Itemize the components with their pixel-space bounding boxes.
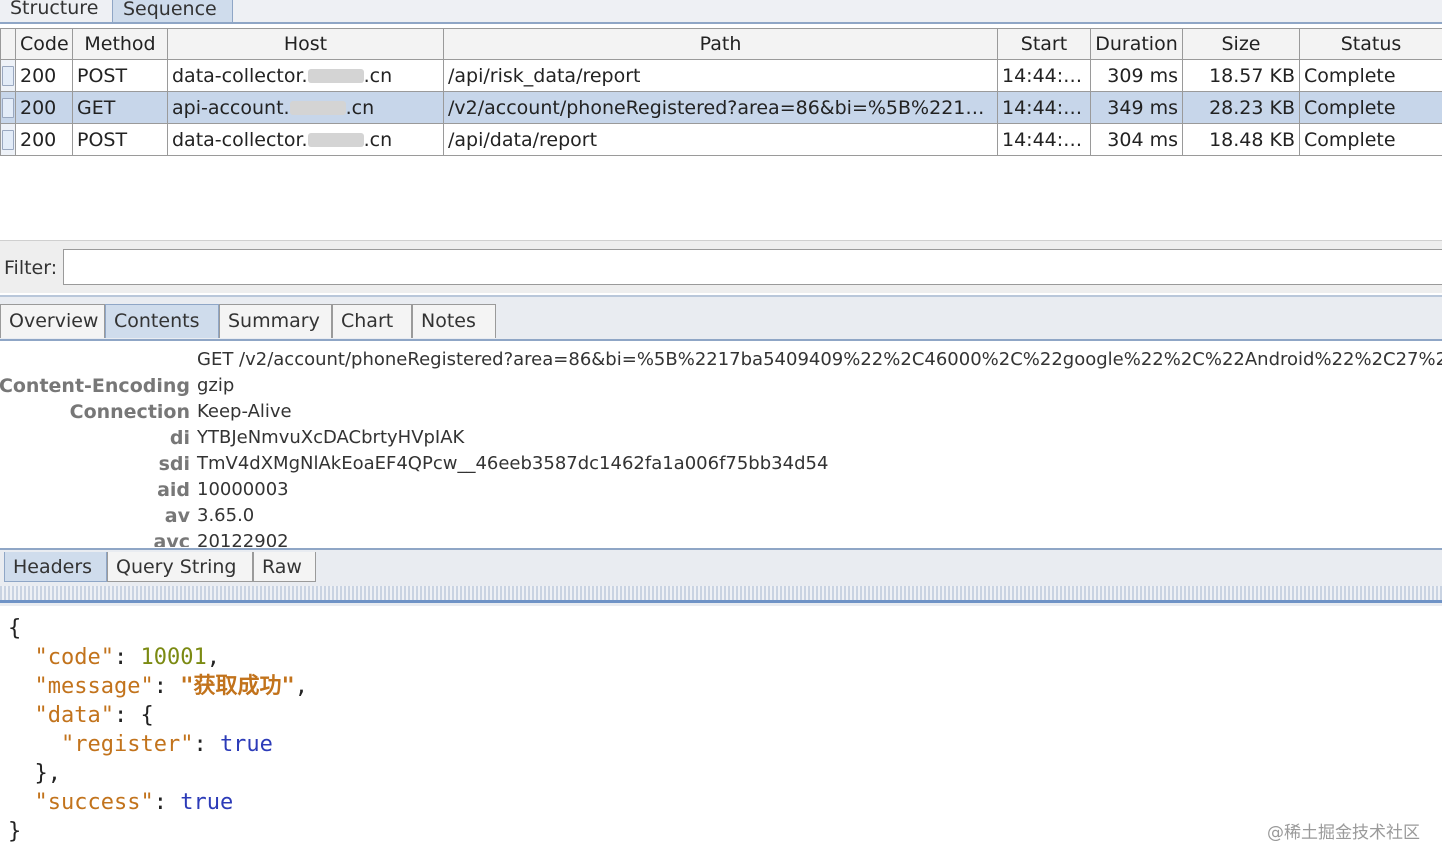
- json-response-viewer: { "code": 10001, "message": "获取成功", "dat…: [0, 606, 1442, 863]
- cell-status: Complete: [1299, 59, 1442, 92]
- header-key: Connection: [69, 401, 190, 423]
- filter-input[interactable]: [63, 249, 1442, 285]
- table-row[interactable]: 200 POST data-collector. .cn /api/data/re…: [0, 123, 1442, 156]
- json-line: "success": true: [34, 790, 234, 815]
- cell-path: /api/data/report: [443, 123, 998, 156]
- cell-code: 200: [15, 59, 73, 92]
- json-line: "register": true: [60, 732, 273, 757]
- cell-path: /api/risk_data/report: [443, 59, 998, 92]
- filter-bar: Filter:: [0, 240, 1442, 293]
- cell-path: /v2/account/phoneRegistered?area=86&bi=%…: [443, 91, 998, 124]
- header-row: Content-Encoding gzip: [0, 373, 1442, 399]
- tab-raw[interactable]: Raw: [253, 552, 316, 582]
- tab-headers[interactable]: Headers: [4, 552, 107, 582]
- tab-overview[interactable]: Overview: [0, 304, 105, 338]
- header-row: Connection Keep-Alive: [0, 399, 1442, 425]
- header-value: Keep-Alive: [197, 401, 292, 422]
- json-line: },: [34, 761, 62, 786]
- column-path[interactable]: Path: [443, 28, 998, 60]
- header-key: sdi: [158, 453, 190, 475]
- column-duration[interactable]: Duration: [1090, 28, 1183, 60]
- cell-duration: 349 ms: [1090, 91, 1183, 124]
- json-file-icon: [2, 129, 14, 150]
- tab-notes[interactable]: Notes: [412, 304, 496, 338]
- header-row: av 3.65.0: [0, 503, 1442, 529]
- tab-chart[interactable]: Chart: [332, 304, 412, 338]
- cell-status: Complete: [1299, 123, 1442, 156]
- cell-status: Complete: [1299, 91, 1442, 124]
- header-row: aid 10000003: [0, 477, 1442, 503]
- header-value: 20122902: [197, 531, 289, 547]
- json-line: "message": "获取成功",: [34, 674, 308, 699]
- splitter-handle[interactable]: [0, 586, 1442, 603]
- json-line: "data": {: [34, 703, 154, 728]
- header-value: gzip: [197, 375, 235, 396]
- detail-tabs: Overview Contents Summary Chart Notes: [0, 295, 1442, 341]
- cell-size: 28.23 KB: [1182, 91, 1300, 124]
- cell-start: 14:44:38: [997, 123, 1091, 156]
- response-sub-tabs: Headers Query String Raw: [0, 548, 1442, 606]
- header-row: avc 20122902: [0, 529, 1442, 547]
- table-row-selected[interactable]: 200 GET api-account. .cn /v2/account/phon…: [0, 91, 1442, 124]
- cell-host: data-collector. .cn: [167, 123, 444, 156]
- cell-duration: 304 ms: [1090, 123, 1183, 156]
- header-key: avc: [153, 531, 190, 547]
- header-value: YTBJeNmvuXcDACbrtyHVpIAK: [197, 427, 465, 448]
- tab-query-string[interactable]: Query String: [107, 552, 253, 582]
- header-key: Content-Encoding: [0, 375, 190, 397]
- redacted-blur: [307, 133, 364, 147]
- table-header-row: Code Method Host Path Start Duration Siz…: [0, 28, 1442, 60]
- json-line: "code": 10001,: [34, 645, 220, 670]
- tab-summary[interactable]: Summary: [219, 304, 332, 338]
- cell-size: 18.57 KB: [1182, 59, 1300, 92]
- json-line: }: [8, 819, 22, 844]
- view-tabs: Structure Sequence: [0, 0, 1442, 24]
- header-value: TmV4dXMgNlAkEoaEF4QPcw__46eeb3587dc1462f…: [197, 453, 829, 474]
- watermark: @稀土掘金技术社区: [1267, 823, 1420, 843]
- header-key: aid: [157, 479, 190, 501]
- header-row: di YTBJeNmvuXcDACbrtyHVpIAK: [0, 425, 1442, 451]
- request-headers-list: GET /v2/account/phoneRegistered?area=86&…: [0, 345, 1442, 547]
- redacted-blur: [289, 101, 346, 115]
- tab-structure[interactable]: Structure: [0, 0, 108, 22]
- cell-host: api-account. .cn: [167, 91, 444, 124]
- header-key: di: [169, 427, 190, 449]
- column-status[interactable]: Status: [1299, 28, 1442, 60]
- cell-host: data-collector. .cn: [167, 59, 444, 92]
- header-row: GET /v2/account/phoneRegistered?area=86&…: [0, 347, 1442, 373]
- column-host[interactable]: Host: [167, 28, 444, 60]
- cell-code: 200: [15, 123, 73, 156]
- cell-method: POST: [72, 59, 168, 92]
- filter-label: Filter:: [4, 257, 58, 279]
- cell-start: 14:44:38: [997, 59, 1091, 92]
- table-row[interactable]: 200 POST data-collector. .cn /api/risk_da…: [0, 59, 1442, 92]
- column-code[interactable]: Code: [15, 28, 73, 60]
- request-line: GET /v2/account/phoneRegistered?area=86&…: [197, 349, 1442, 370]
- json-file-icon: [2, 65, 14, 86]
- header-row: sdi TmV4dXMgNlAkEoaEF4QPcw__46eeb3587dc1…: [0, 451, 1442, 477]
- header-value: 3.65.0: [197, 505, 255, 526]
- cell-start: 14:44:38: [997, 91, 1091, 124]
- redacted-blur: [307, 69, 364, 83]
- column-size[interactable]: Size: [1182, 28, 1300, 60]
- tab-contents[interactable]: Contents: [105, 304, 219, 338]
- header-value: 10000003: [197, 479, 289, 500]
- column-start[interactable]: Start: [997, 28, 1091, 60]
- tab-sequence[interactable]: Sequence: [112, 0, 233, 22]
- header-key: av: [164, 505, 190, 527]
- column-method[interactable]: Method: [72, 28, 168, 60]
- column-icon: [0, 28, 16, 60]
- json-line: {: [8, 616, 22, 641]
- cell-duration: 309 ms: [1090, 59, 1183, 92]
- json-file-icon: [2, 97, 14, 118]
- cell-code: 200: [15, 91, 73, 124]
- cell-method: POST: [72, 123, 168, 156]
- request-table: Code Method Host Path Start Duration Siz…: [0, 28, 1442, 156]
- cell-size: 18.48 KB: [1182, 123, 1300, 156]
- cell-method: GET: [72, 91, 168, 124]
